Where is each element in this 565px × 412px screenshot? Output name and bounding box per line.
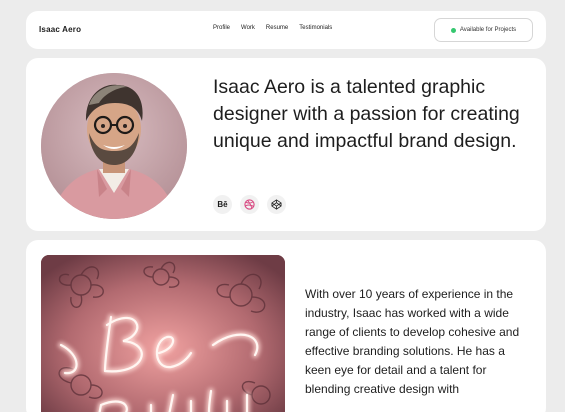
dribbble-icon[interactable] [240, 195, 259, 214]
availability-button[interactable]: Available for Projects [434, 18, 533, 42]
nav-link-resume[interactable]: Resume [266, 25, 288, 31]
brand-name[interactable]: Isaac Aero [39, 25, 81, 34]
hero-card: Isaac Aero is a talented graphic designe… [26, 58, 546, 231]
nav-link-testimonials[interactable]: Testimonials [299, 25, 332, 31]
about-card: With over 10 years of experience in the … [26, 240, 546, 412]
profile-photo [41, 73, 187, 219]
about-bio: With over 10 years of experience in the … [305, 287, 520, 396]
behance-icon[interactable]: Bē [213, 195, 232, 214]
nav-link-work[interactable]: Work [241, 25, 255, 31]
availability-label: Available for Projects [459, 27, 517, 33]
neon-sign-image [41, 255, 285, 412]
social-links: Bē [213, 195, 286, 214]
nav-links: Profile Work Resume Testimonials [213, 25, 332, 31]
codepen-icon[interactable] [267, 195, 286, 214]
hero-headline: Isaac Aero is a talented graphic designe… [213, 76, 520, 152]
status-dot-icon [450, 27, 456, 33]
behance-label: Bē [217, 200, 228, 209]
nav-link-profile[interactable]: Profile [213, 25, 230, 31]
top-nav: Isaac Aero Profile Work Resume Testimoni… [26, 11, 546, 49]
